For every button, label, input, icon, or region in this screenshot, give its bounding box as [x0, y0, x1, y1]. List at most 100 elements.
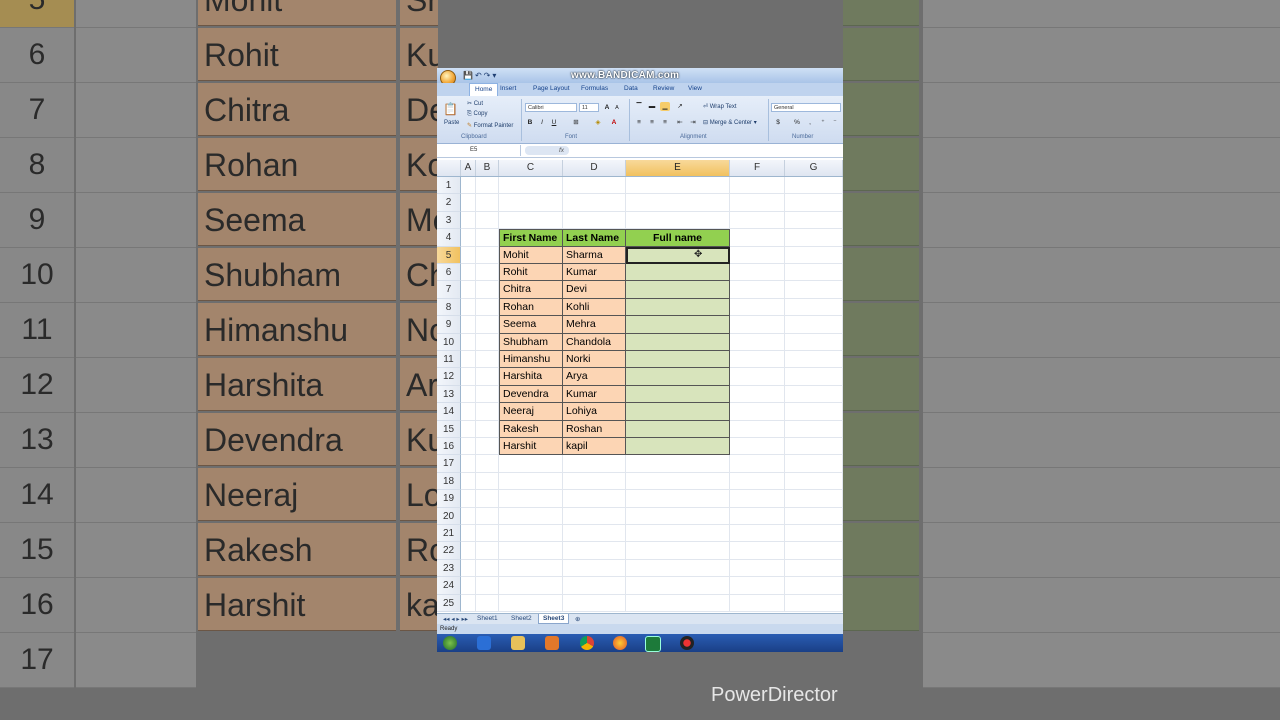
grid-cell[interactable] — [785, 333, 843, 351]
grid-cell[interactable] — [730, 542, 785, 560]
grid-cell[interactable] — [626, 490, 730, 508]
underline-button[interactable]: U — [549, 118, 559, 127]
grid-cell[interactable] — [730, 472, 785, 491]
grid-cell[interactable] — [785, 316, 843, 334]
row-header[interactable]: 23 — [437, 559, 461, 578]
first-name-cell[interactable]: Rohan — [499, 298, 563, 317]
row-header[interactable]: 7 — [437, 281, 461, 299]
row-header[interactable]: 1 — [437, 177, 461, 195]
grid-cell[interactable] — [730, 177, 785, 195]
grid-cell[interactable] — [563, 507, 626, 525]
grid-cell[interactable] — [785, 490, 843, 508]
row-header[interactable]: 2 — [437, 194, 461, 212]
column-header-f[interactable]: F — [730, 160, 785, 176]
grid-cell[interactable] — [476, 525, 499, 543]
grid-cell[interactable] — [785, 246, 843, 264]
full-name-cell[interactable] — [626, 368, 730, 386]
insert-sheet-icon[interactable]: ⊕ — [571, 614, 584, 624]
grid-cell[interactable] — [461, 559, 476, 578]
align-top-icon[interactable]: ▔ — [634, 102, 644, 111]
row-header[interactable]: 4 — [437, 229, 461, 247]
grid-cell[interactable] — [563, 542, 626, 560]
full-name-cell[interactable] — [626, 333, 730, 351]
paste-button[interactable]: Paste — [444, 120, 459, 126]
grid-cell[interactable] — [730, 385, 785, 404]
grid-cell[interactable] — [476, 420, 499, 438]
tab-home[interactable]: Home — [469, 83, 499, 96]
grid-cell[interactable] — [785, 177, 843, 195]
last-name-cell[interactable]: Mehra — [563, 316, 626, 334]
grid-cell[interactable] — [785, 194, 843, 212]
increase-indent-icon[interactable]: ⇥ — [688, 118, 698, 127]
grid-cell[interactable] — [476, 316, 499, 334]
row-header[interactable]: 3 — [437, 211, 461, 230]
number-format-combo[interactable]: General — [771, 103, 841, 112]
header-first-name[interactable]: First Name — [499, 229, 563, 247]
last-name-cell[interactable]: Sharma — [563, 246, 626, 264]
grid-cell[interactable] — [785, 420, 843, 438]
align-middle-icon[interactable]: ▬ — [647, 102, 657, 111]
grid-cell[interactable] — [476, 351, 499, 369]
grid-cell[interactable] — [461, 455, 476, 473]
last-name-cell[interactable]: Arya — [563, 368, 626, 386]
first-name-cell[interactable]: Harshita — [499, 368, 563, 386]
grid-cell[interactable] — [785, 542, 843, 560]
grid-cell[interactable] — [476, 246, 499, 264]
row-header[interactable]: 9 — [437, 316, 461, 334]
grid-cell[interactable] — [563, 594, 626, 612]
grid-cell[interactable] — [785, 525, 843, 543]
italic-button[interactable]: I — [537, 118, 547, 127]
select-all-corner[interactable] — [437, 160, 461, 176]
full-name-cell[interactable] — [626, 281, 730, 299]
row-header[interactable]: 17 — [437, 455, 461, 473]
grid-cell[interactable] — [461, 438, 476, 456]
grid-cell[interactable] — [461, 211, 476, 230]
row-header[interactable]: 5 — [437, 246, 461, 264]
tab-data[interactable]: Data — [624, 85, 638, 92]
folder-icon[interactable] — [511, 636, 525, 650]
sheet-nav-icon[interactable]: ◂◂ ◂ ▸ ▸▸ — [439, 614, 472, 624]
grid-cell[interactable] — [785, 211, 843, 230]
grid-cell[interactable] — [626, 194, 730, 212]
grid-cell[interactable] — [476, 472, 499, 491]
grid-cell[interactable] — [730, 351, 785, 369]
grid-cell[interactable] — [785, 472, 843, 491]
full-name-cell[interactable] — [626, 316, 730, 334]
grid-cell[interactable] — [461, 403, 476, 421]
last-name-cell[interactable]: Roshan — [563, 420, 626, 438]
grid-cell[interactable] — [563, 577, 626, 595]
tab-review[interactable]: Review — [653, 85, 674, 92]
grid-cell[interactable] — [730, 368, 785, 386]
grid-cell[interactable] — [476, 385, 499, 404]
merge-center-button[interactable]: ⊟ Merge & Center ▾ — [703, 119, 757, 126]
grid-cell[interactable] — [476, 455, 499, 473]
grow-font-icon[interactable]: A — [602, 103, 612, 112]
column-header-c[interactable]: C — [499, 160, 563, 176]
grid-cell[interactable] — [730, 333, 785, 351]
grid-cell[interactable] — [499, 594, 563, 612]
grid-cell[interactable] — [730, 525, 785, 543]
grid-cell[interactable] — [730, 298, 785, 317]
paste-icon[interactable]: 📋 — [443, 102, 458, 116]
row-header[interactable]: 20 — [437, 507, 461, 525]
last-name-cell[interactable]: Norki — [563, 351, 626, 369]
comma-icon[interactable]: , — [805, 118, 815, 127]
media-player-icon[interactable] — [545, 636, 559, 650]
first-name-cell[interactable]: Shubham — [499, 333, 563, 351]
row-header[interactable]: 10 — [437, 333, 461, 351]
grid-cell[interactable] — [730, 577, 785, 595]
grid-cell[interactable] — [476, 542, 499, 560]
grid-cell[interactable] — [476, 438, 499, 456]
grid-cell[interactable] — [476, 594, 499, 612]
grid-cell[interactable] — [499, 542, 563, 560]
grid-cell[interactable] — [785, 594, 843, 612]
grid-cell[interactable] — [730, 316, 785, 334]
grid-cell[interactable] — [461, 507, 476, 525]
grid-cell[interactable] — [476, 577, 499, 595]
align-center-icon[interactable]: ≡ — [647, 118, 657, 127]
grid-cell[interactable] — [461, 281, 476, 299]
first-name-cell[interactable]: Rakesh — [499, 420, 563, 438]
grid-cell[interactable] — [499, 211, 563, 230]
grid-cell[interactable] — [785, 577, 843, 595]
grid-cell[interactable] — [730, 507, 785, 525]
